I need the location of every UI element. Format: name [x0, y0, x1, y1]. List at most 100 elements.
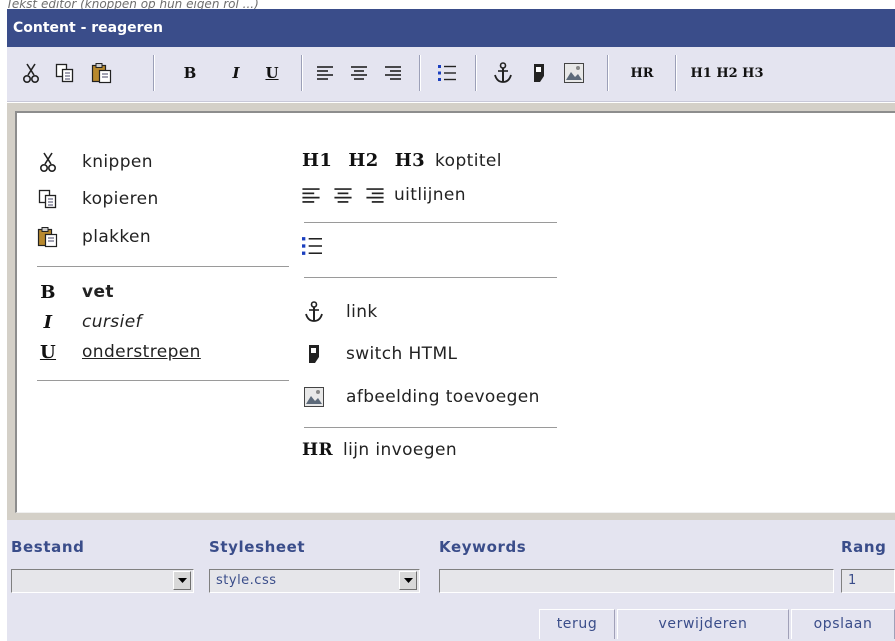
italic-glyph: I	[43, 311, 53, 333]
align-right-button[interactable]	[381, 55, 405, 91]
bold-button[interactable]: B	[179, 55, 201, 91]
legend-bold-label: vet	[82, 282, 114, 302]
editor-toolbar: B I U HR H1 H2 H3	[7, 47, 895, 102]
save-button[interactable]: opslaan	[791, 609, 895, 639]
rang-value: 1	[848, 573, 857, 588]
legend-align: uitlijnen	[302, 185, 466, 205]
chevron-down-icon[interactable]	[173, 571, 191, 590]
legend-divider	[304, 277, 557, 278]
toolbar-separator	[301, 55, 303, 91]
align-center-icon	[334, 187, 352, 203]
legend-copy: kopieren	[36, 187, 159, 211]
underline-button[interactable]: U	[261, 55, 283, 91]
bullet-list-button[interactable]	[435, 55, 459, 91]
italic-button[interactable]: I	[225, 55, 247, 91]
legend-link-label: link	[346, 302, 378, 322]
stylesheet-select[interactable]: style.css	[209, 569, 420, 593]
keywords-input[interactable]	[439, 569, 834, 593]
window-title: Content - reageren	[7, 9, 895, 47]
toolbar-separator	[675, 55, 677, 91]
form-footer: Bestand Stylesheet Keywords Rang style.c…	[7, 520, 895, 641]
hr-glyph: HR	[302, 440, 333, 460]
legend-heading: H1 H2 H3 koptitel	[302, 150, 502, 171]
legend-divider	[37, 266, 289, 267]
bold-glyph: B	[40, 281, 56, 303]
legend-divider	[304, 222, 557, 223]
legend-divider	[37, 380, 289, 381]
page-caption: Tekst editor (knoppen op hun eigen rol .…	[6, 0, 259, 9]
legend-bold: B vet	[36, 280, 114, 304]
image-icon	[564, 63, 584, 83]
bestand-select[interactable]	[11, 569, 194, 593]
h1-glyph: H1	[302, 150, 333, 171]
align-left-button[interactable]	[313, 55, 337, 91]
copy-icon	[55, 63, 74, 83]
toolbar-separator	[475, 55, 477, 91]
copy-button[interactable]	[53, 55, 77, 91]
align-center-icon	[351, 66, 367, 80]
legend-list	[302, 237, 322, 255]
switch-html-button[interactable]	[527, 55, 551, 91]
rang-label: Rang	[841, 538, 887, 556]
anchor-icon	[494, 62, 512, 83]
align-left-icon	[317, 66, 333, 80]
delete-button[interactable]: verwijderen	[617, 609, 789, 639]
align-right-icon	[366, 187, 384, 203]
legend-cut: knippen	[36, 150, 153, 174]
legend-image: afbeelding toevoegen	[302, 385, 540, 409]
legend-paste: plakken	[36, 225, 151, 249]
bullet-list-icon	[302, 237, 322, 255]
legend-image-label: afbeelding toevoegen	[346, 387, 540, 407]
toolbar-separator	[419, 55, 421, 91]
switch-html-icon	[302, 342, 326, 366]
legend-heading-label: koptitel	[435, 150, 502, 171]
switch-html-icon	[534, 64, 544, 82]
h3-glyph: H3	[394, 150, 426, 171]
link-button[interactable]	[491, 55, 515, 91]
insert-image-button[interactable]	[561, 55, 587, 91]
back-button[interactable]: terug	[539, 609, 615, 639]
scissors-icon	[23, 63, 39, 83]
legend-switch-html-label: switch HTML	[346, 344, 458, 364]
anchor-icon	[302, 300, 326, 324]
window-title-text: Content - reageren	[13, 20, 163, 36]
underline-glyph: U	[39, 341, 57, 363]
legend-underline-label: onderstrepen	[82, 342, 201, 362]
copy-icon	[36, 187, 60, 211]
rang-input[interactable]: 1	[841, 569, 895, 593]
stylesheet-label: Stylesheet	[209, 538, 306, 556]
legend-italic-label: cursief	[82, 312, 142, 332]
legend-hr-label: lijn invoegen	[343, 440, 457, 460]
keywords-label: Keywords	[439, 538, 527, 556]
align-left-icon	[302, 187, 320, 203]
image-icon	[302, 385, 326, 409]
legend-cut-label: knippen	[82, 152, 153, 172]
chevron-down-icon[interactable]	[399, 571, 417, 590]
editor-frame: knippen kopieren plakken B vet I cursief…	[7, 103, 895, 520]
bullet-list-icon	[438, 65, 456, 81]
legend-switch-html: switch HTML	[302, 342, 457, 366]
paste-icon	[36, 225, 60, 249]
align-right-icon	[385, 66, 401, 80]
align-center-button[interactable]	[347, 55, 371, 91]
legend-align-label: uitlijnen	[394, 185, 466, 205]
legend-copy-label: kopieren	[82, 189, 159, 209]
toolbar-separator	[153, 55, 155, 91]
scissors-icon	[36, 150, 60, 174]
legend-italic: I cursief	[36, 310, 142, 334]
editor-content[interactable]: knippen kopieren plakken B vet I cursief…	[15, 111, 895, 513]
h2-glyph: H2	[348, 150, 379, 171]
horizontal-rule-button[interactable]: HR	[621, 55, 663, 91]
legend-link: link	[302, 300, 378, 324]
legend-paste-label: plakken	[82, 227, 152, 247]
heading-button[interactable]: H1 H2 H3	[687, 55, 767, 91]
legend-hr: HR lijn invoegen	[302, 440, 457, 460]
paste-button[interactable]	[89, 55, 115, 91]
legend-divider	[304, 427, 557, 428]
paste-icon	[91, 63, 112, 84]
toolbar-separator	[607, 55, 609, 91]
legend-underline: U onderstrepen	[36, 340, 201, 364]
stylesheet-value: style.css	[216, 573, 277, 588]
bestand-label: Bestand	[11, 538, 85, 556]
cut-button[interactable]	[19, 55, 43, 91]
